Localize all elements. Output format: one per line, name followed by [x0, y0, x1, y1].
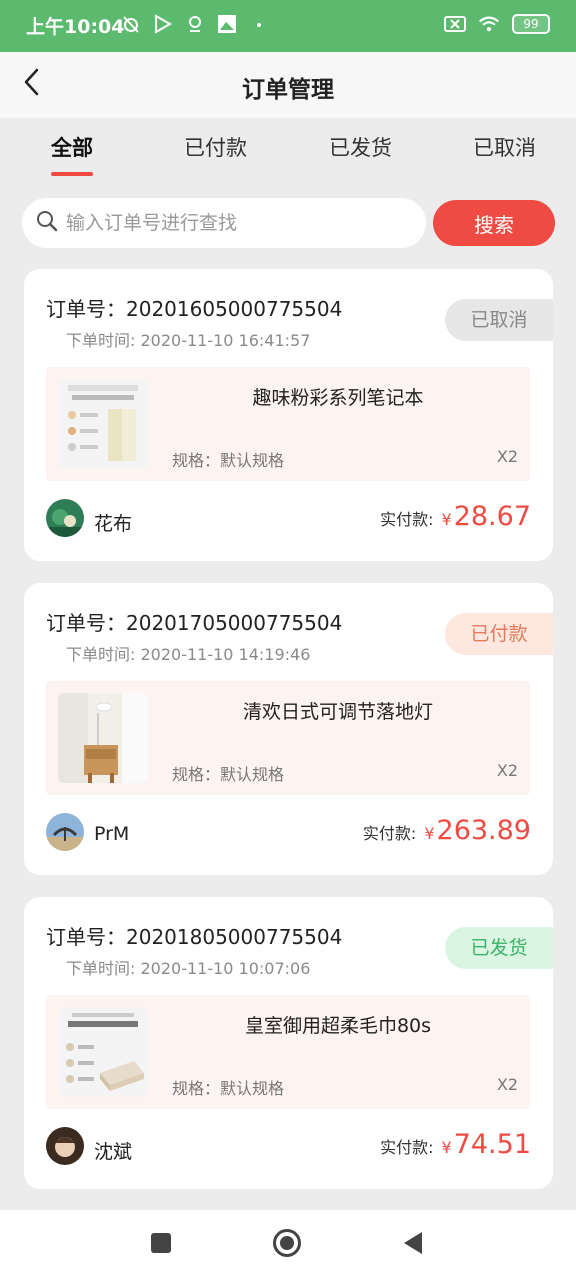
play-store-icon	[152, 14, 174, 34]
square-icon	[149, 1231, 173, 1259]
home-button[interactable]	[272, 1228, 302, 1262]
payment-total: 实付款: ¥ 28.67	[380, 501, 531, 532]
buyer-name: 沈斌	[94, 1141, 133, 1163]
tab-label: 已付款	[184, 136, 247, 160]
product-spec: 规格：默认规格	[172, 1079, 285, 1098]
status-badge: 已取消	[445, 299, 553, 341]
mute-alarm-icon	[120, 14, 142, 34]
system-back-button[interactable]	[398, 1230, 428, 1260]
tab-label: 已发货	[329, 136, 392, 160]
active-tab-indicator	[51, 172, 93, 176]
payment-total: 实付款: ¥ 74.51	[380, 1129, 531, 1160]
order-time: 下单时间: 2020-11-10 14:19:46	[66, 645, 311, 664]
dot-icon	[248, 14, 270, 34]
product-name: 趣味粉彩系列笔记本	[252, 387, 424, 409]
product-spec: 规格：默认规格	[172, 451, 285, 470]
pay-label: 实付款:	[380, 1138, 434, 1157]
pay-amount: 28.67	[453, 501, 531, 532]
order-time: 下单时间: 2020-11-10 10:07:06	[66, 959, 311, 978]
currency-symbol: ¥	[441, 510, 452, 529]
search-icon	[36, 210, 58, 236]
pay-amount: 74.51	[453, 1129, 531, 1160]
circle-icon	[272, 1228, 302, 1262]
battery-indicator: 99	[512, 14, 550, 34]
gallery-icon	[216, 14, 238, 34]
currency-symbol: ¥	[424, 824, 435, 843]
product-image	[58, 1007, 148, 1097]
avatar	[46, 499, 84, 537]
status-badge: 已付款	[445, 613, 553, 655]
pay-label: 实付款:	[362, 824, 417, 843]
payment-total: 实付款: ¥ 263.89	[363, 815, 531, 846]
order-card[interactable]: 订单号：20201605000775504 下单时间: 2020-11-10 1…	[24, 269, 553, 561]
product-quantity: X2	[496, 447, 518, 466]
avatar	[46, 1127, 84, 1165]
buyer-name: PrM	[94, 823, 130, 845]
tab-bar: 全部 已付款 已发货 已取消	[0, 118, 576, 182]
search-button[interactable]: 搜索	[433, 200, 555, 246]
page-title: 订单管理	[242, 77, 334, 103]
product-quantity: X2	[496, 1075, 518, 1094]
tab-shipped[interactable]: 已发货	[329, 132, 392, 162]
currency-symbol: ¥	[441, 1138, 452, 1157]
status-time: 上午10:04	[26, 16, 125, 38]
triangle-icon	[400, 1230, 426, 1260]
tab-paid[interactable]: 已付款	[184, 132, 247, 162]
product-item[interactable]: 清欢日式可调节落地灯 规格：默认规格 X2	[46, 681, 530, 795]
system-nav-bar	[0, 1210, 576, 1280]
product-item[interactable]: 趣味粉彩系列笔记本 规格：默认规格 X2	[46, 367, 530, 481]
order-card[interactable]: 订单号：20201705000775504 下单时间: 2020-11-10 1…	[24, 583, 553, 875]
order-number: 订单号：20201705000775504	[46, 611, 343, 635]
tab-all[interactable]: 全部	[51, 132, 93, 176]
sim-off-icon	[444, 14, 466, 34]
pay-label: 实付款:	[380, 510, 434, 529]
tab-cancelled[interactable]: 已取消	[473, 132, 536, 162]
product-quantity: X2	[496, 761, 518, 780]
tab-label: 已取消	[473, 136, 536, 160]
order-number: 订单号：20201805000775504	[46, 925, 343, 949]
location-icon	[184, 14, 206, 34]
avatar	[46, 813, 84, 851]
pay-amount: 263.89	[436, 815, 531, 846]
order-card[interactable]: 订单号：20201805000775504 下单时间: 2020-11-10 1…	[24, 897, 553, 1189]
status-badge: 已发货	[445, 927, 553, 969]
buyer-name: 花布	[94, 513, 133, 535]
search-input[interactable]	[66, 212, 406, 234]
nav-bar: 订单管理	[0, 52, 576, 118]
product-name: 清欢日式可调节落地灯	[242, 701, 433, 723]
order-number: 订单号：20201605000775504	[46, 297, 343, 321]
product-spec: 规格：默认规格	[172, 765, 285, 784]
wifi-icon	[478, 14, 500, 34]
product-item[interactable]: 皇室御用超柔毛巾80s 规格：默认规格 X2	[46, 995, 530, 1109]
product-image	[58, 379, 148, 469]
order-time: 下单时间: 2020-11-10 16:41:57	[66, 331, 311, 350]
tab-label: 全部	[51, 136, 93, 160]
search-box	[22, 198, 426, 248]
product-image	[58, 693, 148, 783]
recent-apps-button[interactable]	[146, 1230, 176, 1260]
product-name: 皇室御用超柔毛巾80s	[244, 1015, 432, 1037]
status-bar: 上午10:04 99	[0, 0, 576, 52]
